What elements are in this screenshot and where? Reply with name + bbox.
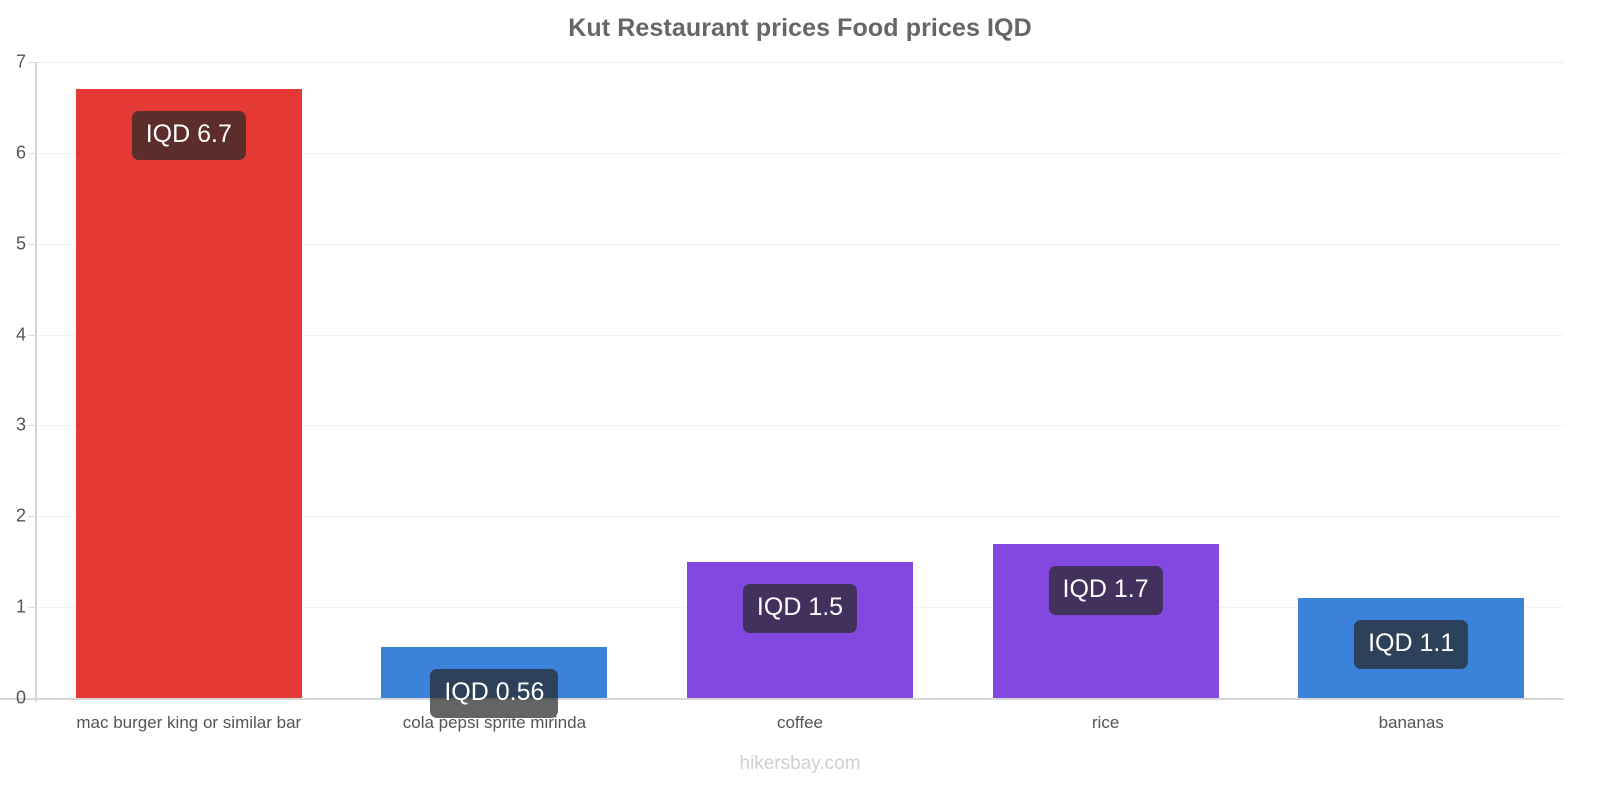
bar-value-label: IQD 1.1 — [1354, 620, 1469, 670]
y-axis-tick-mark — [28, 607, 35, 609]
bar[interactable] — [75, 89, 302, 698]
y-axis-tick-label: 1 — [15, 596, 26, 617]
x-axis-category-label: rice — [1091, 713, 1120, 732]
y-axis-tick-mark — [28, 334, 35, 336]
y-axis-tick-label: 2 — [15, 505, 26, 526]
y-axis-tick-mark — [28, 425, 35, 427]
y-axis-tick-label: 5 — [15, 233, 26, 254]
gridline — [36, 62, 1564, 63]
y-axis-tick-mark — [28, 698, 35, 699]
x-axis-category-label: coffee — [776, 713, 823, 732]
chart-title: Kut Restaurant prices Food prices IQD — [568, 14, 1032, 42]
bar-value-label: IQD 1.5 — [742, 583, 858, 633]
footer-credit: hikersbay.com — [739, 753, 861, 774]
y-axis-tick-mark — [28, 152, 35, 154]
y-axis-tick-mark — [28, 62, 35, 63]
bar-value-label: IQD 0.56 — [430, 669, 559, 719]
y-axis-tick-label: 3 — [15, 414, 26, 435]
y-axis-tick-label: 0 — [15, 687, 26, 708]
x-axis-category-label: mac burger king or similar bar — [76, 713, 302, 732]
y-axis-line — [35, 62, 37, 702]
y-axis-tick-mark — [28, 243, 35, 245]
x-axis-line — [0, 698, 1564, 700]
bar-chart: Kut Restaurant prices Food prices IQD 0 1… — [0, 0, 1600, 800]
y-axis-tick-label: 6 — [15, 142, 26, 163]
y-axis-tick-label: 4 — [15, 324, 26, 345]
y-axis-tick-mark — [28, 516, 35, 518]
x-axis-category-label: cola pepsi sprite mirinda — [402, 713, 587, 732]
x-axis-category-label: bananas — [1378, 713, 1444, 732]
bar-value-label: IQD 1.7 — [1048, 565, 1163, 615]
y-axis-tick-label: 7 — [15, 51, 26, 72]
bar-value-label: IQD 6.7 — [131, 111, 246, 161]
